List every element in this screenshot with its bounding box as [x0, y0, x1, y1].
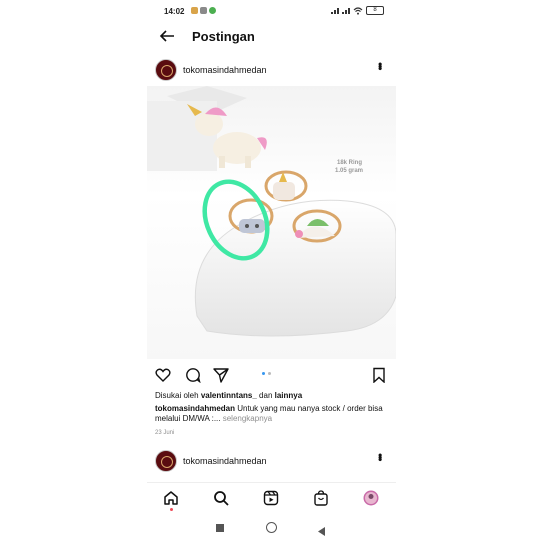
profile-avatar-icon[interactable]: [363, 490, 379, 506]
back-button[interactable]: [318, 523, 326, 541]
signal-icon-2: [342, 7, 350, 14]
post-photo[interactable]: 18k Ring 1.05 gram: [147, 86, 396, 359]
next-post-header: tokomasindahmedan •••: [147, 448, 396, 476]
likes-text[interactable]: Disukai oleh valentinntans_ dan lainnya: [155, 391, 302, 400]
likes-suffix[interactable]: lainnya: [275, 391, 303, 400]
carousel-dot: [268, 372, 271, 375]
photo-text-line2: 1.05 gram: [335, 168, 363, 174]
status-bar: 14:02 8: [147, 0, 396, 22]
post-header: tokomasindahmedan •••: [147, 57, 396, 85]
wifi-icon: [353, 6, 363, 15]
ring-2: [264, 170, 308, 202]
system-nav: [147, 515, 396, 542]
app-bar: Postingan: [147, 22, 396, 52]
share-icon[interactable]: [213, 367, 229, 383]
post-actions: [147, 365, 396, 387]
bookmark-icon[interactable]: [371, 367, 387, 384]
caption-more-link[interactable]: selengkapnya: [221, 414, 272, 423]
page-title: Postingan: [192, 29, 255, 44]
shop-icon[interactable]: [313, 490, 329, 506]
signal-icon: [331, 7, 339, 14]
home-icon[interactable]: [163, 490, 179, 511]
post-date: 23 Juni: [155, 430, 175, 436]
battery-icon: 8: [366, 6, 384, 15]
more-options-icon[interactable]: •••: [373, 62, 387, 69]
post-photo-illustration: 18k Ring 1.05 gram: [147, 86, 396, 337]
reels-icon[interactable]: [263, 490, 279, 506]
background-block: [147, 101, 217, 171]
likes-middle: dan: [256, 391, 275, 400]
gallery-icon: [200, 7, 207, 14]
bottom-nav: [147, 482, 396, 513]
phone-screen: 14:02 8 Postingan tokomasindahmedan ••• …: [147, 0, 396, 542]
comment-icon[interactable]: [185, 367, 201, 384]
caption-username[interactable]: tokomasindahmedan: [155, 404, 235, 413]
notification-dot: [170, 508, 173, 511]
post-caption: tokomasindahmedan Untuk yang mau nanya s…: [155, 404, 391, 424]
back-arrow-icon[interactable]: [159, 28, 175, 47]
carousel-indicator: [262, 372, 271, 375]
status-time: 14:02: [164, 7, 185, 16]
search-icon[interactable]: [213, 490, 229, 506]
status-notification-icons: [191, 7, 216, 14]
notification-icon: [191, 7, 198, 14]
likes-prefix: Disukai oleh: [155, 391, 201, 400]
app-icon: [209, 7, 216, 14]
next-more-options-icon[interactable]: •••: [373, 453, 387, 460]
status-right: 8: [331, 6, 384, 15]
carousel-dot-active: [262, 372, 265, 375]
photo-text-line1: 18k Ring: [337, 160, 362, 166]
avatar[interactable]: [155, 59, 177, 81]
next-post-username[interactable]: tokomasindahmedan: [183, 456, 267, 466]
post-username[interactable]: tokomasindahmedan: [183, 65, 267, 75]
recents-button[interactable]: [216, 524, 224, 532]
next-post-avatar[interactable]: [155, 450, 177, 472]
heart-icon[interactable]: [155, 367, 171, 383]
home-button[interactable]: [266, 522, 277, 533]
likes-user[interactable]: valentinntans_: [201, 391, 257, 400]
